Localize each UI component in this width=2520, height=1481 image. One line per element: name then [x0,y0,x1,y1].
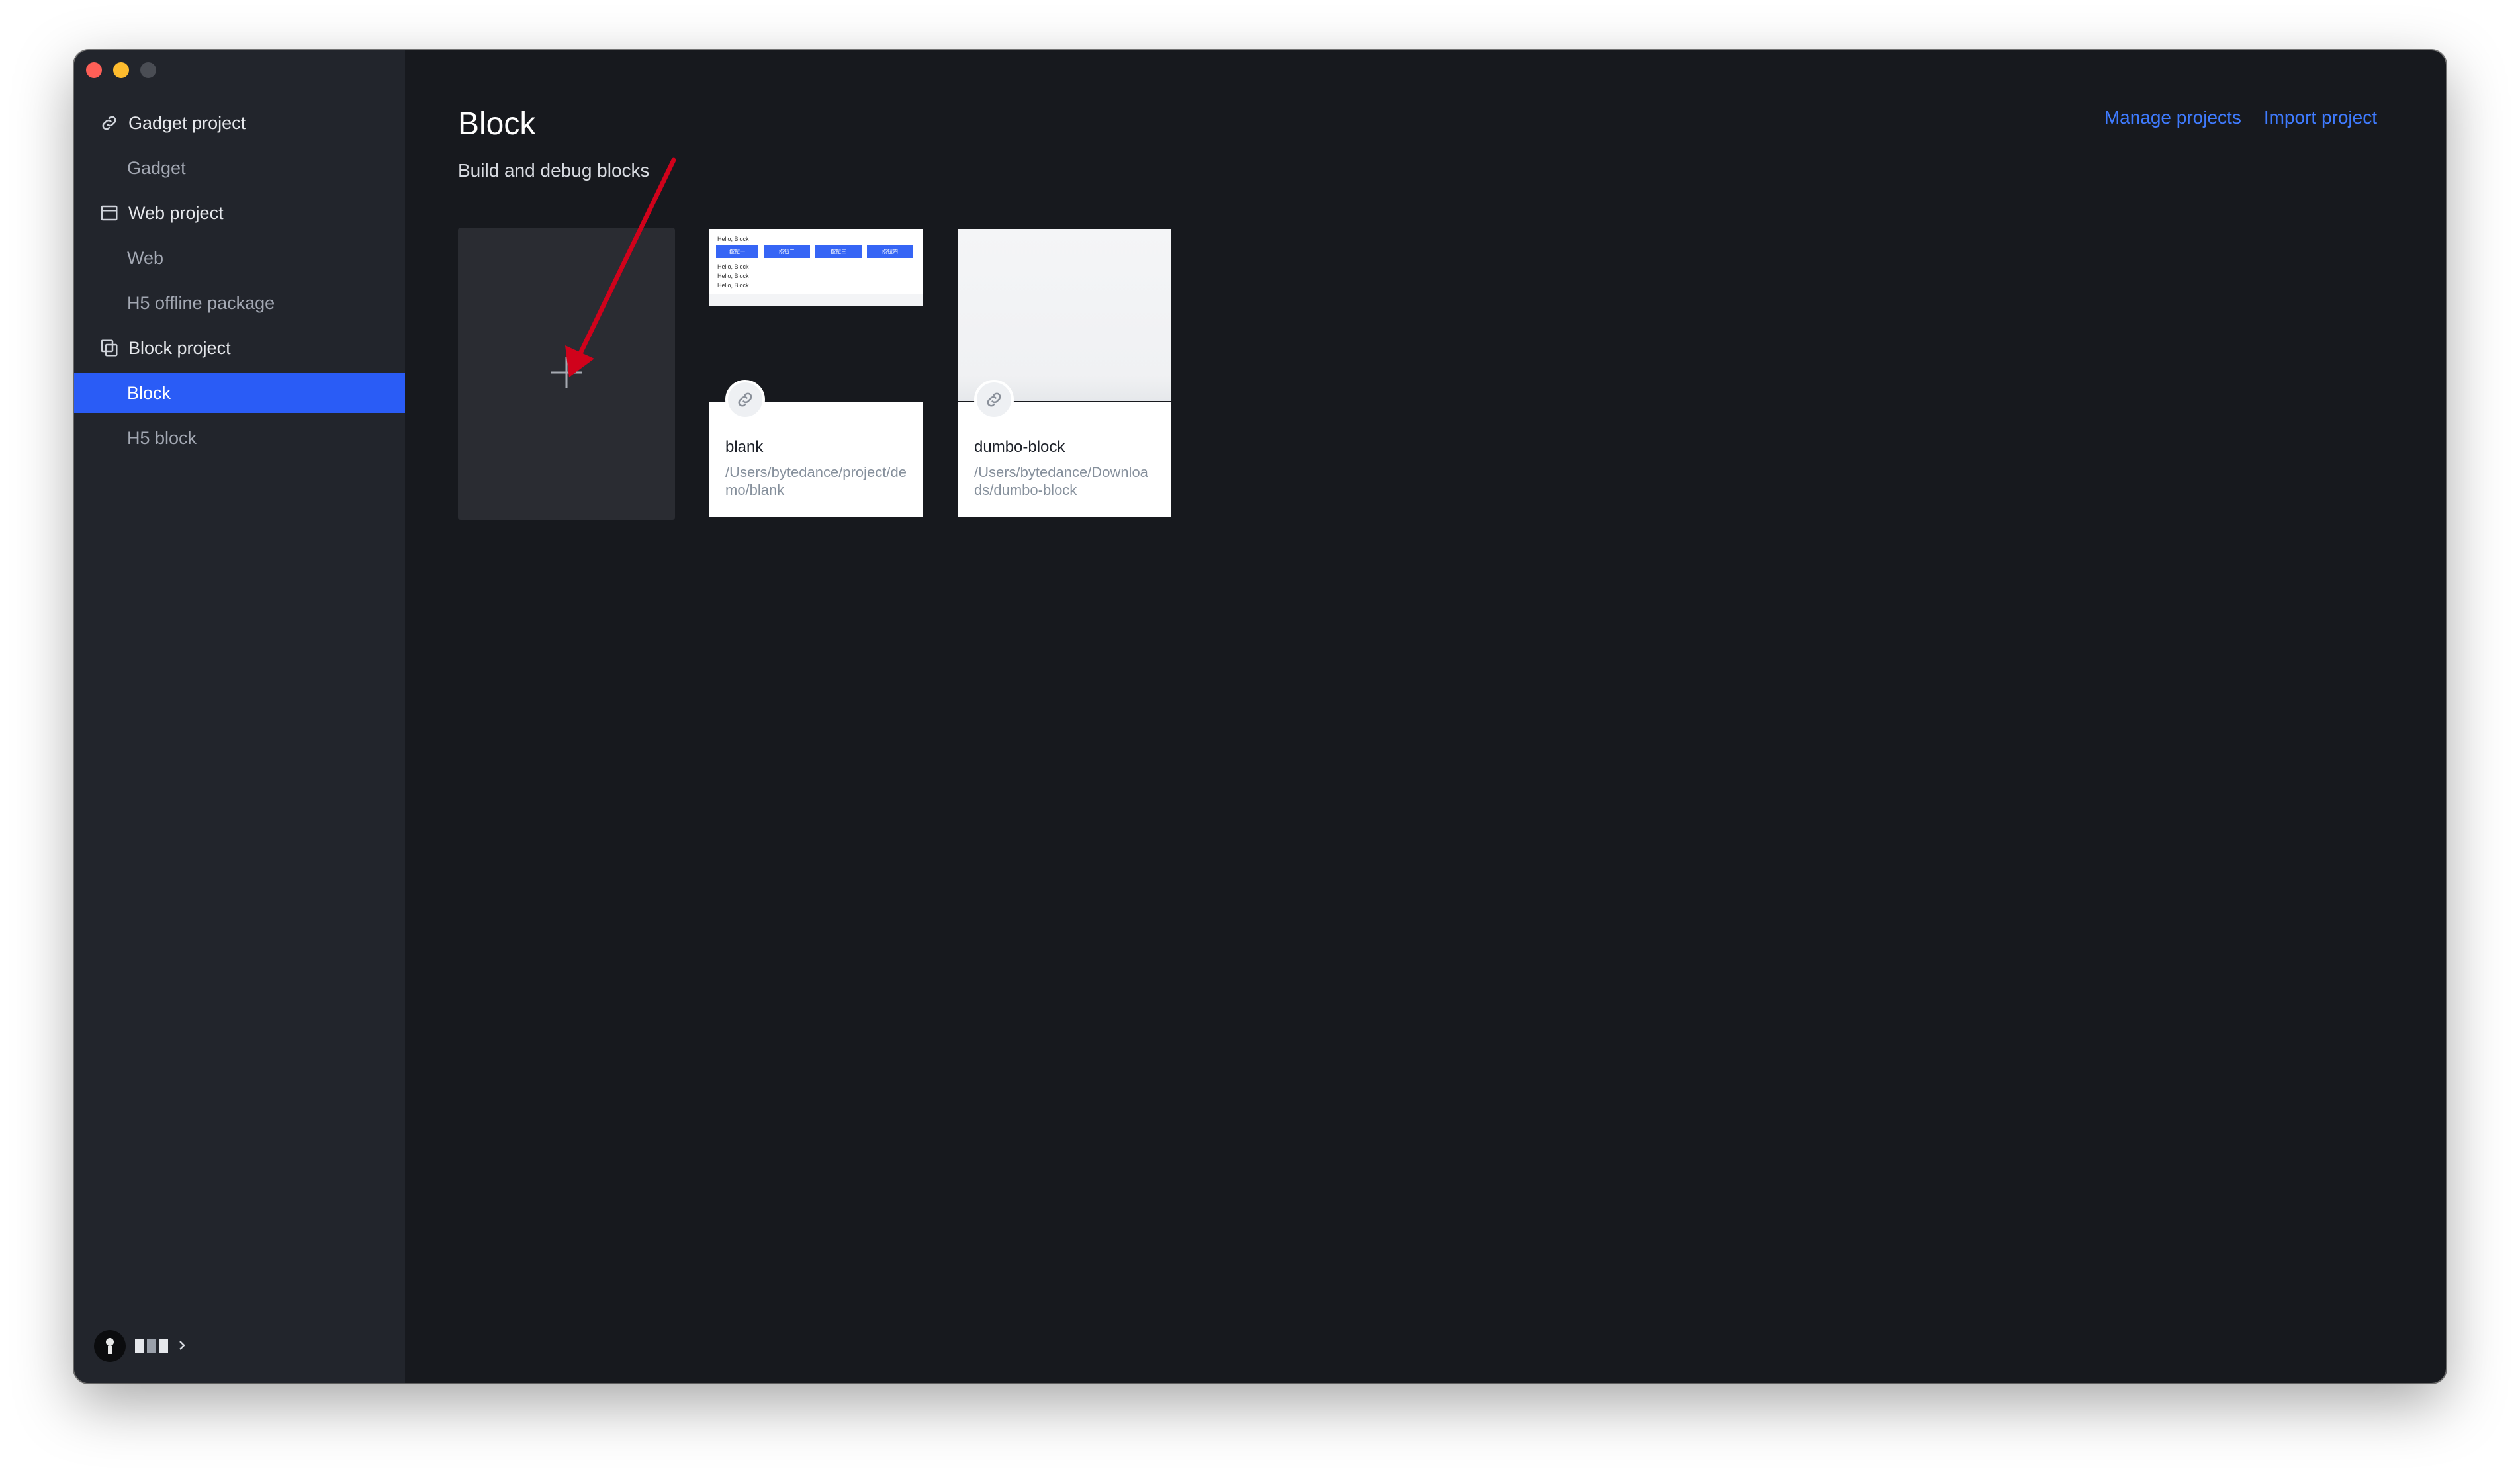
project-name: blank [725,438,764,456]
project-card-blank[interactable]: Hello, Block 按钮一 按钮二 按钮三 按钮四 Hello, Bloc… [709,229,922,517]
avatar [94,1330,126,1362]
preview-button: 按钮三 [815,245,862,258]
sidebar-group-web-project[interactable]: Web project [74,193,405,233]
sidebar-item-block[interactable]: Block [74,373,405,413]
sidebar-item-web[interactable]: Web [74,238,405,278]
project-preview-thumbnail: Hello, Block 按钮一 按钮二 按钮三 按钮四 Hello, Bloc… [709,229,922,306]
create-block-card[interactable] [458,228,675,520]
project-card-info: dumbo-block /Users/bytedance/Downloads/d… [958,380,1171,517]
close-window-button[interactable] [86,62,102,78]
project-path: /Users/bytedance/Downloads/dumbo-block [974,464,1148,498]
sidebar-item-label: Web [127,247,164,268]
sidebar-item-h5-offline-package[interactable]: H5 offline package [74,283,405,323]
copy-blocks-icon [99,338,119,358]
sidebar-item-label: H5 block [127,427,197,448]
project-card-info: blank /Users/bytedance/project/demo/blan… [709,380,922,517]
sidebar-group-label: Block project [128,337,231,358]
sidebar-item-label: Block [127,382,171,403]
sidebar-item-h5-block[interactable]: H5 block [74,418,405,458]
window-controls [86,62,156,78]
sidebar-item-gadget[interactable]: Gadget [74,148,405,188]
import-project-link[interactable]: Import project [2264,107,2377,128]
preview-scrollbar [709,294,922,306]
user-account-button[interactable] [94,1329,187,1363]
link-icon [99,113,119,133]
project-card-dumbo-block[interactable]: dumbo-block /Users/bytedance/Downloads/d… [958,229,1171,517]
username-redacted [135,1339,168,1353]
preview-text: Hello, Block [717,273,749,279]
preview-button: 按钮四 [867,245,913,258]
preview-button: 按钮一 [716,245,758,258]
sidebar-item-label: H5 offline package [127,292,275,313]
project-name: dumbo-block [974,438,1065,456]
minimize-window-button[interactable] [113,62,129,78]
link-icon [725,380,765,420]
plus-icon [547,353,586,396]
header-actions: Manage projects Import project [2104,107,2377,128]
page-title: Block [458,107,536,142]
link-icon [974,380,1014,420]
chevron-right-icon [177,1336,187,1357]
preview-text: Hello, Block [717,282,749,289]
sidebar-group-label: Web project [128,202,224,223]
project-preview-thumbnail [958,229,1171,401]
project-path: /Users/bytedance/project/demo/blank [725,464,907,498]
sidebar: Gadget project Gadget Web project Web H5… [74,50,405,1383]
sidebar-group-block-project[interactable]: Block project [74,328,405,368]
preview-text: Hello, Block [717,263,749,270]
preview-text: Hello, Block [717,236,749,242]
app-window: Gadget project Gadget Web project Web H5… [74,50,2446,1383]
manage-projects-link[interactable]: Manage projects [2104,107,2241,128]
sidebar-group-gadget-project[interactable]: Gadget project [74,103,405,143]
sidebar-group-label: Gadget project [128,112,246,133]
zoom-window-button[interactable] [140,62,156,78]
page-subtitle: Build and debug blocks [458,160,650,181]
sidebar-item-label: Gadget [127,157,186,178]
browser-window-icon [99,203,119,223]
preview-button: 按钮二 [764,245,810,258]
